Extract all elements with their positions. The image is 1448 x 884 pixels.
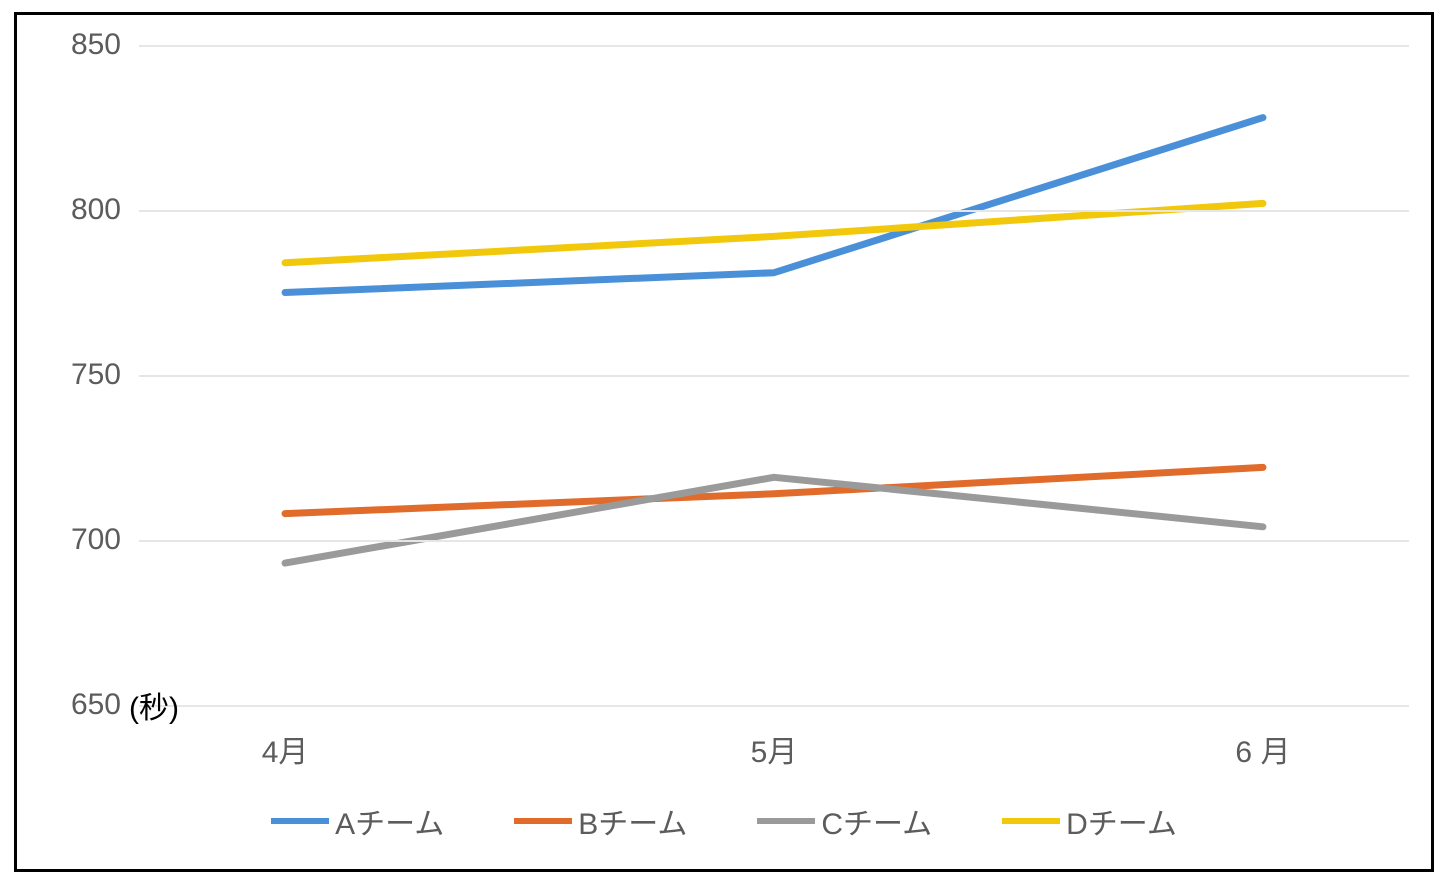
gridline bbox=[139, 540, 1409, 542]
plot-area bbox=[139, 45, 1409, 705]
legend-label: Dチーム bbox=[1066, 799, 1177, 843]
legend-item: Dチーム bbox=[1002, 799, 1177, 843]
y-axis-unit-label: (秒) bbox=[129, 683, 179, 727]
gridline bbox=[139, 45, 1409, 47]
legend: Aチーム Bチーム Cチーム Dチーム bbox=[17, 799, 1431, 843]
y-tick-label: 700 bbox=[41, 523, 121, 557]
gridline bbox=[139, 375, 1409, 377]
x-tick-label: 5月 bbox=[751, 727, 798, 771]
x-tick-label: 4月 bbox=[262, 727, 309, 771]
x-tick-label: 6 月 bbox=[1235, 727, 1290, 771]
y-tick-label: 800 bbox=[41, 193, 121, 227]
legend-swatch bbox=[514, 818, 572, 824]
legend-item: Aチーム bbox=[271, 799, 444, 843]
legend-item: Bチーム bbox=[514, 799, 687, 843]
y-tick-label: 650 bbox=[41, 688, 121, 722]
series-line bbox=[285, 118, 1263, 293]
legend-label: Bチーム bbox=[578, 799, 687, 843]
series-line bbox=[285, 203, 1263, 262]
y-tick-label: 750 bbox=[41, 358, 121, 392]
y-tick-label: 850 bbox=[41, 28, 121, 62]
legend-swatch bbox=[1002, 818, 1060, 824]
chart-container: Aチーム Bチーム Cチーム Dチーム 650 700 750 800 850 (秒) 4月 5月 6… bbox=[14, 12, 1434, 872]
legend-label: Aチーム bbox=[335, 799, 444, 843]
legend-swatch bbox=[271, 818, 329, 824]
series-line bbox=[285, 477, 1263, 563]
legend-label: Cチーム bbox=[821, 799, 932, 843]
legend-item: Cチーム bbox=[757, 799, 932, 843]
gridline bbox=[139, 705, 1409, 707]
legend-swatch bbox=[757, 818, 815, 824]
gridline bbox=[139, 210, 1409, 212]
